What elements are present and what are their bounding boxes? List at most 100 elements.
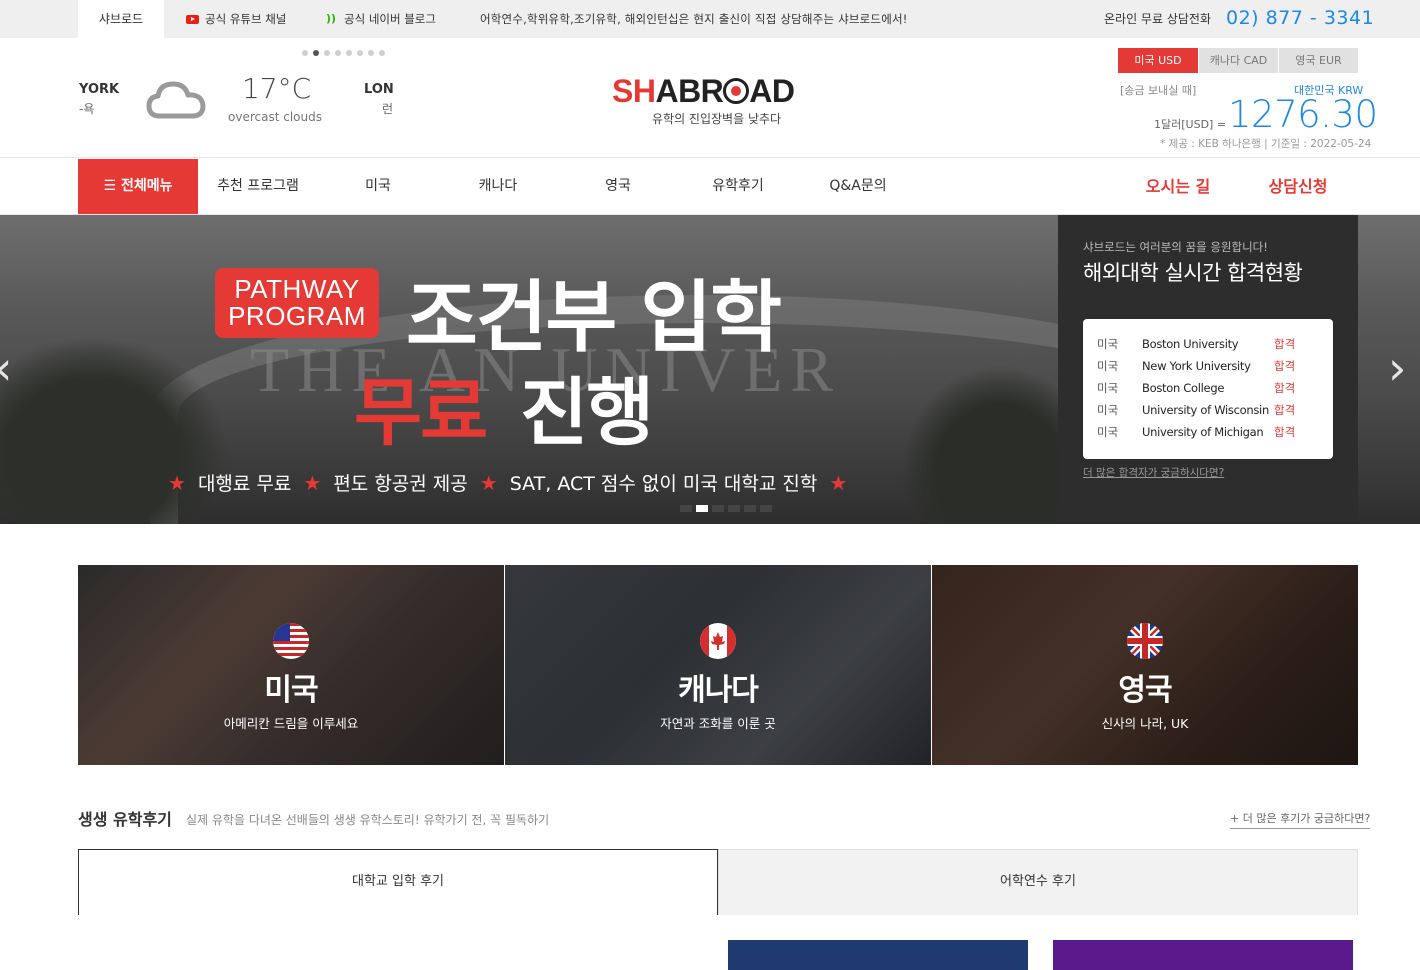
admissions-country: 미국 [1097,425,1119,439]
phone-number[interactable]: 02) 877 - 3341 [1226,0,1374,36]
nav-item-usa[interactable]: 미국 [318,159,438,214]
admissions-school: University of Michigan [1142,425,1264,439]
admissions-country: 미국 [1097,381,1119,395]
slider-dot[interactable] [302,50,308,56]
all-menu-button[interactable]: ☰ 전체메뉴 [78,159,198,214]
admissions-school: Boston University [1142,337,1239,351]
reviews-more-link[interactable]: + 더 많은 후기가 궁금하다면? [1230,810,1371,829]
star-icon: ★ [479,470,498,495]
admissions-status: 합격 [1274,403,1296,417]
hero-title-progress: 진행 [520,370,654,456]
weather-city: YORK [79,82,120,97]
tab-university-reviews[interactable]: 대학교 입학 후기 [78,849,718,915]
review-thumbnail[interactable] [728,940,1028,970]
hero-pager-dot[interactable] [760,505,772,512]
hero-prev-arrow-icon[interactable]: ‹ [0,345,12,391]
weather-description: overcast clouds [228,110,322,124]
uk-flag-icon [1127,623,1163,659]
tab-cad[interactable]: 캐나다 CAD [1198,48,1278,73]
rate-prefix: 1달러[USD] = [1154,118,1227,131]
admissions-status: 합격 [1274,359,1296,373]
country-desc: 신사의 나라, UK [1101,716,1189,731]
hero-bullets: ★ 대행료 무료 ★ 편도 항공권 제공 ★ SAT, ACT 점수 없이 미국… [168,469,847,496]
country-name: 미국 [264,673,318,708]
home-tab[interactable]: 샤브로드 [78,0,164,38]
admissions-country: 미국 [1097,337,1119,351]
admissions-subtitle: 샤브로드는 여러분의 꿈을 응원합니다! [1083,240,1268,254]
star-icon: ★ [303,470,322,495]
admissions-more-link[interactable]: 더 많은 합격자가 궁금하시다면? [1083,465,1224,480]
slider-dot[interactable] [324,50,330,56]
slider-dot[interactable] [335,50,341,56]
rate-note: * 제공 : KEB 하나은행 | 기준일 : 2022-05-24 [1160,138,1372,150]
admissions-school: Boston College [1142,381,1225,395]
hero-pager-dot[interactable] [712,505,724,512]
weather-city-kr: -욕 [79,102,95,116]
admissions-row: 미국 University of Michigan 합격 [1097,421,1319,443]
cloud-icon [146,81,206,119]
youtube-channel-label: 공식 유튜브 채널 [205,12,287,26]
hero-pager [680,505,772,512]
admissions-school: New York University [1142,359,1251,373]
admissions-country: 미국 [1097,359,1119,373]
tab-eur[interactable]: 영국 EUR [1278,48,1358,73]
admissions-school: University of Wisconsin [1142,403,1269,417]
hero-pager-dot[interactable] [744,505,756,512]
nav-item-qna[interactable]: Q&A문의 [798,159,918,214]
nav-item-uk[interactable]: 영국 [558,159,678,214]
nav-consult[interactable]: 상담신청 [1238,159,1358,214]
canada-flag-icon [700,623,736,659]
review-thumbnail[interactable] [1053,940,1353,970]
nav-directions[interactable]: 오시는 길 [1118,159,1238,214]
country-desc: 자연과 조화를 이룬 곳 [660,716,776,731]
hero-next-arrow-icon[interactable]: › [1388,345,1406,391]
reviews-subtitle: 실제 유학을 다녀온 선배들의 생생 유학스토리! 유학가기 전, 꼭 필독하기 [186,813,550,827]
hero-title-free: 무료 [354,370,488,456]
naver-blog-link[interactable]: )) 공식 네이버 블로그 [326,0,436,38]
slider-dot[interactable] [346,50,352,56]
star-icon: ★ [168,470,186,495]
nav-item-programs[interactable]: 추천 프로그램 [198,159,318,214]
logo-o-icon [723,78,750,104]
temperature: 17°C [242,72,312,105]
admissions-status: 합격 [1274,337,1296,351]
top-utility-bar: 샤브로드 공식 유튜브 채널 )) 공식 네이버 블로그 어학연수,학위유학,조… [0,0,1420,38]
youtube-channel-link[interactable]: 공식 유튜브 채널 [186,0,286,38]
hero-title: 조건부 입학 [406,273,782,363]
admissions-row: 미국 Boston University 합격 [1097,333,1319,355]
hero-pager-dot-active[interactable] [696,505,708,512]
admissions-country: 미국 [1097,403,1119,417]
weather-slider-dots [302,50,385,56]
naver-blog-label: 공식 네이버 블로그 [344,12,436,26]
admissions-status: 합격 [1274,381,1296,395]
hero-bullet: SAT, ACT 점수 없이 미국 대학교 진학 [509,473,818,495]
hero-pager-dot[interactable] [728,505,740,512]
hero-pager-dot[interactable] [680,505,692,512]
nav-item-canada[interactable]: 캐나다 [438,159,558,214]
country-card-usa[interactable]: 미국 아메리칸 드림을 이루세요 [78,565,504,765]
tab-language-reviews[interactable]: 어학연수 후기 [718,849,1358,915]
tab-usd[interactable]: 미국 USD [1118,48,1198,73]
logo-abr: ABR [655,73,724,109]
nav-item-reviews[interactable]: 유학후기 [678,159,798,214]
main-nav: ☰ 전체메뉴 추천 프로그램 미국 캐나다 영국 유학후기 Q&A문의 오시는 … [0,159,1420,215]
badge-line-2: PROGRAM [228,301,366,331]
slider-dot[interactable] [357,50,363,56]
pathway-badge: PATHWAY PROGRAM [215,268,379,338]
admissions-status: 합격 [1274,425,1296,439]
admissions-panel: 샤브로드는 여러분의 꿈을 응원합니다! 해외대학 실시간 합격현황 미국 Bo… [1058,215,1358,524]
site-logo[interactable]: SHABR AD [612,74,795,108]
star-icon: ★ [829,470,848,495]
admissions-row: 미국 University of Wisconsin 합격 [1097,399,1319,421]
country-card-uk[interactable]: 영국 신사의 나라, UK [932,565,1358,765]
slider-dot-active[interactable] [313,50,319,56]
site-header: YORK -욕 17°C overcast clouds LON 런 SHABR… [0,38,1420,158]
weather-city-next: LON [364,82,394,97]
slider-dot[interactable] [368,50,374,56]
currency-tabs: 미국 USD 캐나다 CAD 영국 EUR [1118,48,1358,73]
slider-dot[interactable] [379,50,385,56]
country-card-canada[interactable]: 캐나다 자연과 조화를 이룬 곳 [505,565,931,765]
weather-city-next-kr: 런 [382,102,394,116]
reviews-title: 생생 유학후기 [78,810,172,829]
country-name: 영국 [1118,673,1172,708]
